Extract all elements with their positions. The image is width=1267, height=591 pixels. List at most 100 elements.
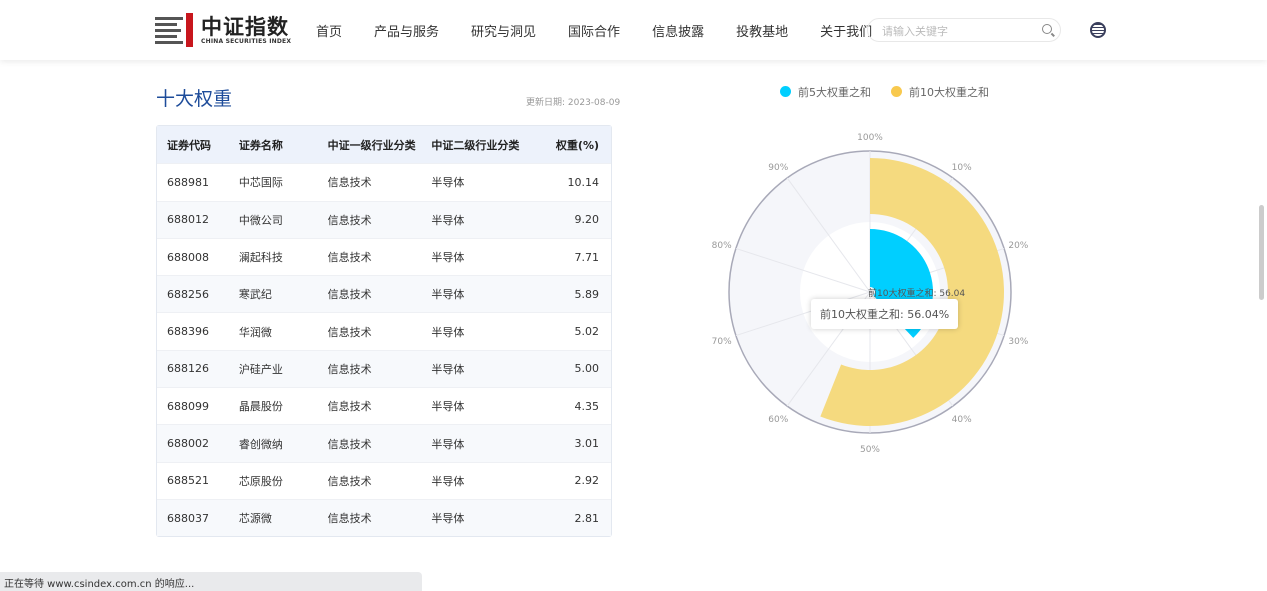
table-row[interactable]: 688126 沪硅产业 信息技术 半导体 5.00 bbox=[157, 349, 611, 388]
header: 中证指数 CHINA SECURITIES INDEX 首页 产品与服务 研究与… bbox=[0, 0, 1267, 60]
table-row[interactable]: 688008 澜起科技 信息技术 半导体 7.71 bbox=[157, 237, 611, 275]
cell-industry-2: 半导体 bbox=[431, 512, 465, 526]
logo-text: 中证指数 bbox=[201, 14, 289, 39]
nav-disclosure[interactable]: 信息披露 bbox=[652, 21, 704, 40]
polar-chart: 100% 10% 20% 30% 40% 50% 60% 70% 80% 90% 前10大权重之和:… bbox=[712, 133, 1029, 455]
logo[interactable]: 中证指数 CHINA SECURITIES INDEX bbox=[155, 13, 291, 47]
cell-industry-1: 信息技术 bbox=[327, 512, 372, 526]
legend-dot-icon bbox=[780, 86, 791, 97]
chart-tooltip: 前10大权重之和: 56.04% bbox=[811, 299, 959, 329]
cell-name: 芯原股份 bbox=[238, 474, 283, 488]
angle-tick-label: 40% bbox=[952, 415, 972, 425]
header-weight: 权重(%) bbox=[555, 138, 599, 152]
angle-tick-label: 90% bbox=[768, 163, 788, 173]
nav-research[interactable]: 研究与洞见 bbox=[471, 21, 536, 40]
table-row[interactable]: 688981 中芯国际 信息技术 半导体 10.14 bbox=[157, 163, 611, 200]
cell-industry-1: 信息技术 bbox=[327, 213, 372, 227]
search-icon[interactable] bbox=[1042, 24, 1052, 34]
header-code: 证券代码 bbox=[167, 138, 211, 152]
search-placeholder: 请输入关键字 bbox=[882, 25, 948, 38]
angle-tick-label: 20% bbox=[1008, 241, 1028, 251]
cell-code: 688396 bbox=[167, 325, 209, 339]
nav-international[interactable]: 国际合作 bbox=[568, 21, 620, 40]
cell-weight: 5.02 bbox=[574, 325, 600, 339]
cell-weight: 9.20 bbox=[574, 213, 600, 227]
cell-code: 688256 bbox=[167, 287, 209, 301]
cell-name: 沪硅产业 bbox=[238, 362, 283, 376]
angle-tick-label: 80% bbox=[712, 241, 732, 251]
cell-code: 688521 bbox=[167, 474, 209, 488]
scrollbar[interactable] bbox=[1259, 205, 1264, 300]
cell-industry-2: 半导体 bbox=[431, 362, 465, 376]
update-date: 更新日期: 2023-08-09 bbox=[526, 98, 621, 108]
legend-label: 前5大权重之和 bbox=[798, 86, 871, 99]
cell-code: 688981 bbox=[167, 175, 209, 189]
legend-label: 前10大权重之和 bbox=[909, 86, 989, 99]
cell-weight: 10.14 bbox=[567, 175, 600, 189]
cell-code: 688037 bbox=[167, 511, 209, 525]
status-bar: 正在等待 www.csindex.com.cn 的响应... bbox=[0, 572, 422, 591]
cell-weight: 5.89 bbox=[574, 287, 600, 301]
cell-industry-1: 信息技术 bbox=[327, 362, 372, 376]
cell-name: 寒武纪 bbox=[238, 288, 272, 302]
header-industry-2: 中证二级行业分类 bbox=[431, 138, 520, 152]
table-row[interactable]: 688099 晶晨股份 信息技术 半导体 4.35 bbox=[157, 387, 611, 424]
chart-legend: 前5大权重之和 前10大权重之和 bbox=[780, 84, 1009, 100]
nav-education[interactable]: 投教基地 bbox=[736, 21, 788, 40]
table-row[interactable]: 688521 芯原股份 信息技术 半导体 2.92 bbox=[157, 461, 611, 499]
angle-tick-label: 50% bbox=[860, 445, 880, 455]
cell-industry-2: 半导体 bbox=[431, 176, 465, 190]
angle-tick-label: 10% bbox=[952, 163, 972, 173]
cell-industry-1: 信息技术 bbox=[327, 251, 372, 265]
logo-mark-icon bbox=[155, 13, 195, 47]
main-nav: 首页 产品与服务 研究与洞见 国际合作 信息披露 投教基地 关于我们 bbox=[316, 21, 904, 40]
cell-industry-2: 半导体 bbox=[431, 251, 465, 265]
cell-name: 中微公司 bbox=[238, 213, 283, 227]
cell-code: 688099 bbox=[167, 399, 209, 413]
cell-weight: 7.71 bbox=[574, 250, 600, 264]
cell-name: 睿创微纳 bbox=[238, 437, 283, 451]
table-row[interactable]: 688037 芯源微 信息技术 半导体 2.81 bbox=[157, 498, 611, 537]
angle-tick-label: 60% bbox=[768, 415, 788, 425]
cell-industry-1: 信息技术 bbox=[327, 474, 372, 488]
cell-industry-2: 半导体 bbox=[431, 437, 465, 451]
table-row[interactable]: 688396 华润微 信息技术 半导体 5.02 bbox=[157, 312, 611, 349]
cell-weight: 2.92 bbox=[574, 474, 600, 488]
cell-industry-2: 半导体 bbox=[431, 400, 465, 414]
header-name: 证券名称 bbox=[238, 138, 283, 152]
angle-tick-label: 70% bbox=[712, 337, 732, 347]
cell-industry-2: 半导体 bbox=[431, 288, 465, 302]
globe-icon[interactable] bbox=[1090, 22, 1106, 38]
cell-weight: 3.01 bbox=[574, 437, 600, 451]
cell-name: 芯源微 bbox=[238, 512, 272, 526]
cell-name: 中芯国际 bbox=[238, 176, 283, 190]
legend-item-top10[interactable]: 前10大权重之和 bbox=[891, 84, 989, 100]
table-row[interactable]: 688012 中微公司 信息技术 半导体 9.20 bbox=[157, 200, 611, 238]
table-header: 证券代码 证券名称 中证一级行业分类 中证二级行业分类 权重(%) bbox=[157, 126, 611, 164]
nav-products[interactable]: 产品与服务 bbox=[374, 21, 439, 40]
cell-industry-1: 信息技术 bbox=[327, 325, 372, 339]
top-weights-table: 证券代码 证券名称 中证一级行业分类 中证二级行业分类 权重(%) 688981… bbox=[156, 125, 612, 538]
cell-industry-2: 半导体 bbox=[431, 474, 465, 488]
cell-weight: 2.81 bbox=[574, 511, 600, 525]
table-row[interactable]: 688002 睿创微纳 信息技术 半导体 3.01 bbox=[157, 424, 611, 462]
nav-about[interactable]: 关于我们 bbox=[820, 21, 872, 40]
cell-name: 华润微 bbox=[238, 325, 272, 339]
angle-tick-label: 100% bbox=[857, 133, 883, 143]
nav-home[interactable]: 首页 bbox=[316, 21, 342, 40]
bar-label: 前10大权重之和: 56.04 bbox=[868, 287, 965, 299]
cell-industry-2: 半导体 bbox=[431, 213, 465, 227]
cell-industry-2: 半导体 bbox=[431, 325, 465, 339]
cell-name: 晶晨股份 bbox=[238, 400, 283, 414]
header-industry-1: 中证一级行业分类 bbox=[327, 138, 416, 152]
cell-industry-1: 信息技术 bbox=[327, 437, 372, 451]
cell-code: 688012 bbox=[167, 213, 209, 227]
search-input[interactable]: 请输入关键字 bbox=[867, 18, 1061, 42]
table-row[interactable]: 688256 寒武纪 信息技术 半导体 5.89 bbox=[157, 275, 611, 313]
legend-item-top5[interactable]: 前5大权重之和 bbox=[780, 84, 871, 100]
cell-name: 澜起科技 bbox=[238, 251, 283, 265]
cell-industry-1: 信息技术 bbox=[327, 176, 372, 190]
cell-code: 688126 bbox=[167, 362, 209, 376]
cell-weight: 4.35 bbox=[574, 399, 600, 413]
cell-code: 688008 bbox=[167, 250, 209, 264]
